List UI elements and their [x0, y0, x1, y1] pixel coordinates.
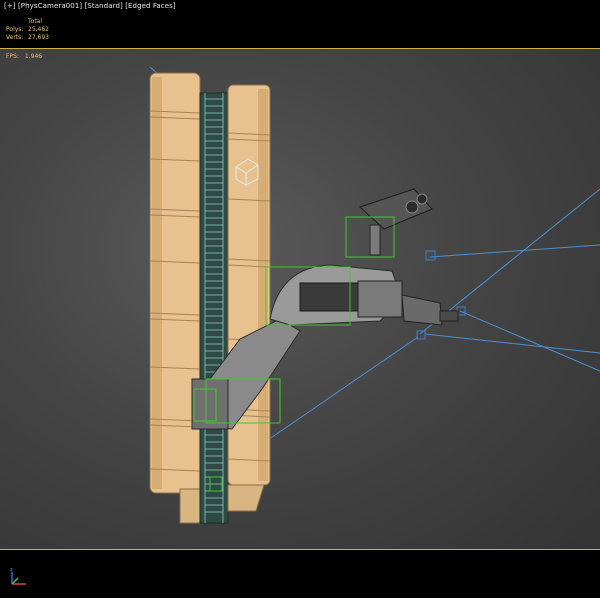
light-target-icon[interactable] [416, 330, 426, 340]
verts-value: 27,693 [28, 34, 49, 41]
stats-header: Total [28, 18, 43, 25]
stats-panel: Total Polys: 25,462 Verts: 27,693 [6, 18, 49, 42]
camera-viewport[interactable]: FPS: 1.946 [0, 48, 600, 550]
viewport-header: [+] [PhysCamera001] [Standard] [Edged Fa… [0, 0, 600, 50]
polys-value: 25,462 [28, 26, 49, 33]
shading-selector[interactable]: [Standard] [85, 2, 123, 10]
viewport-footer: z [0, 550, 600, 598]
viewport-menu-button[interactable]: [+] [4, 2, 16, 10]
axis-tripod-icon: z [10, 567, 26, 585]
verts-label: Verts: [6, 34, 24, 41]
scene-render[interactable] [0, 49, 600, 549]
camera-selector[interactable]: [PhysCamera001] [18, 2, 82, 10]
viewport-label: [+] [PhysCamera001] [Standard] [Edged Fa… [4, 2, 176, 10]
left-wall-panel[interactable] [149, 72, 203, 524]
right-wall-panel[interactable] [227, 84, 271, 512]
polys-label: Polys: [6, 26, 24, 33]
center-ladder[interactable] [199, 92, 229, 524]
light-target-icon[interactable] [425, 250, 436, 261]
axis-z-label: z [10, 567, 13, 573]
edges-selector[interactable]: [Edged Faces] [125, 2, 176, 10]
